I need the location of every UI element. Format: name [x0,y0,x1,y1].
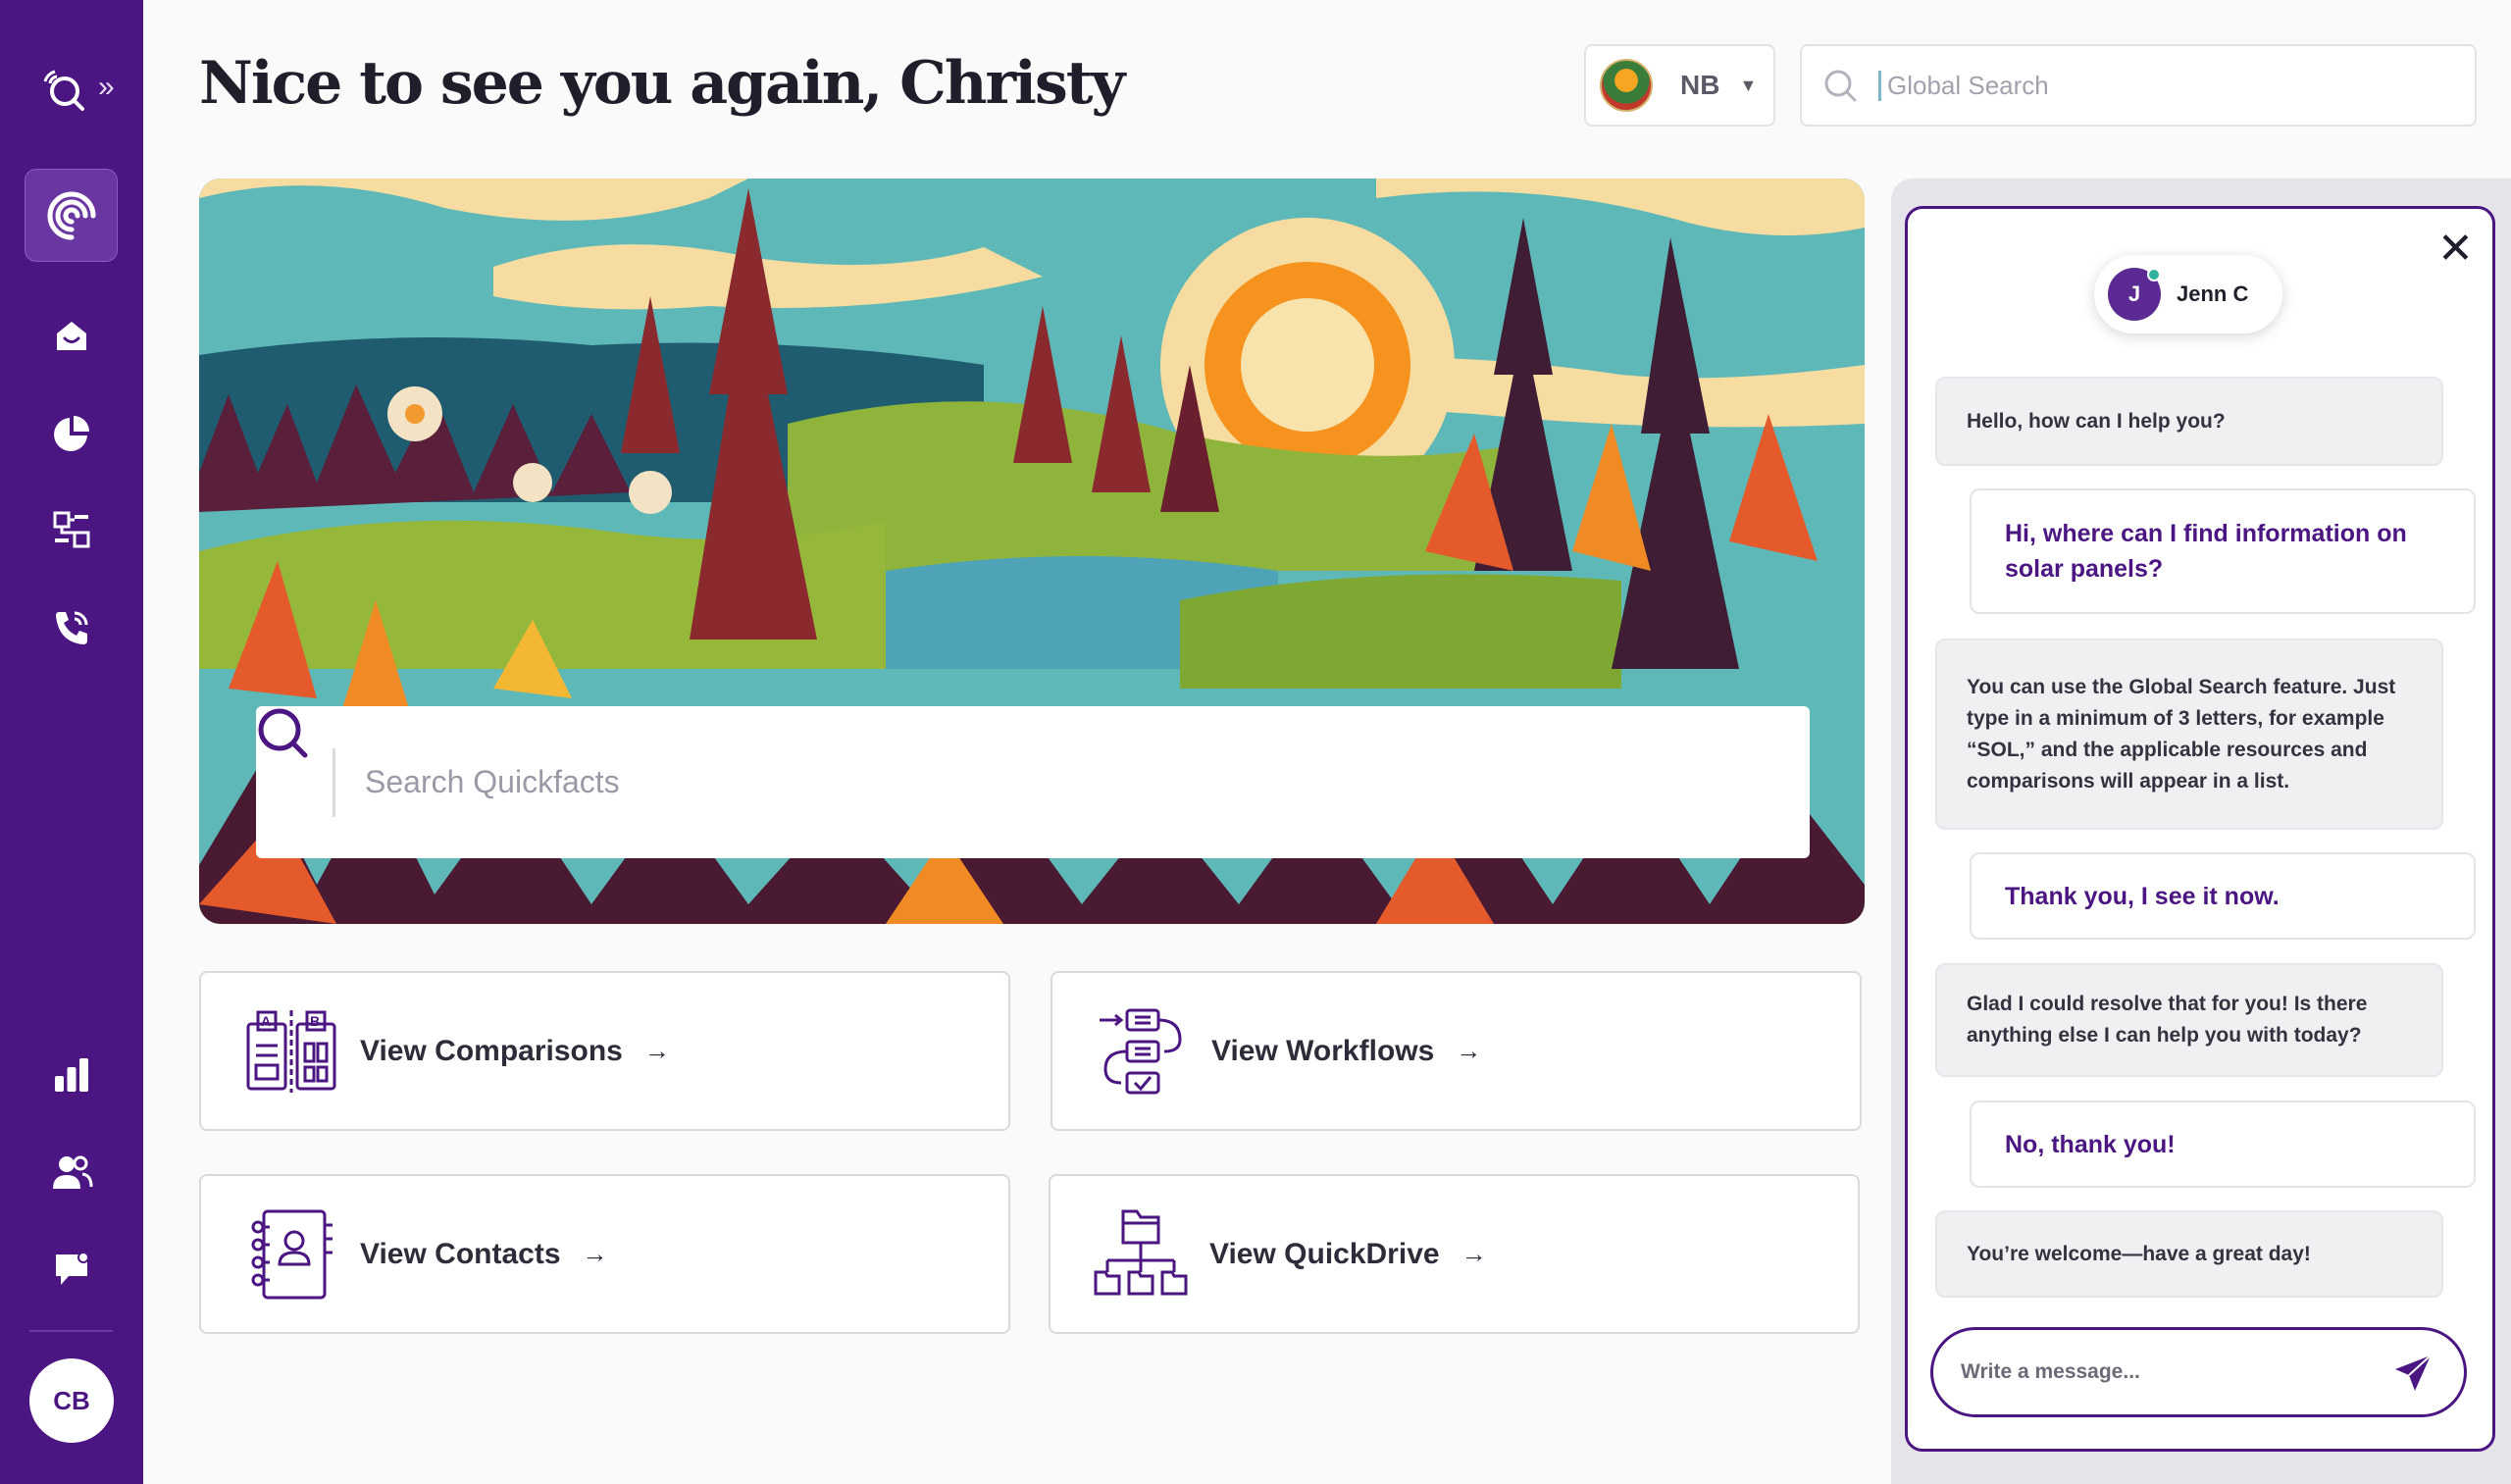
chat-message-agent: You’re welcome—have a great day! [1935,1210,2443,1298]
contacts-book-icon [242,1205,340,1304]
agent-initial: J [2127,281,2141,306]
province-flag-icon [1600,59,1653,112]
chat-input-box [1930,1327,2467,1417]
user-avatar[interactable]: CB [29,1358,114,1443]
hero-banner [199,179,1865,924]
arrow-right-icon: → [643,1036,670,1065]
folder-tree-icon [1092,1205,1190,1304]
province-label: NB [1680,70,1720,100]
workflow-icon[interactable] [44,502,99,557]
users-icon[interactable] [44,1146,99,1201]
online-status-icon [2147,268,2161,281]
agent-badge: J Jenn C [2094,255,2282,333]
swirl-logo-icon[interactable] [25,169,118,262]
province-select[interactable]: NB ▼ [1584,44,1775,127]
global-search-input[interactable] [1878,70,2467,101]
close-icon[interactable]: ✕ [2437,228,2474,271]
send-icon[interactable] [2393,1354,2433,1393]
workflow-steps-icon [1094,1002,1192,1100]
view-contacts-card[interactable]: View Contacts → [199,1174,1010,1334]
message-input[interactable] [1961,1360,2373,1384]
chat-message-user: Thank you, I see it now. [1970,852,2476,940]
svg-text:A: A [261,1013,271,1029]
chat-message-user: Hi, where can I find information on sola… [1970,488,2476,614]
agent-avatar: J [2108,268,2161,321]
arrow-right-icon: → [582,1239,608,1268]
comparison-icon: A B [242,1002,340,1100]
quickfacts-search [256,706,1810,858]
caret-down-icon: ▼ [1739,75,1758,95]
card-label: View QuickDrive [1209,1237,1440,1270]
chat-message-agent: Glad I could resolve that for you! Is th… [1935,963,2443,1077]
search-icon [1824,70,1857,102]
phone-icon[interactable] [44,600,99,655]
chat-bubble-icon[interactable] [44,1242,99,1297]
view-comparisons-card[interactable]: A B View Comparisons → [199,971,1010,1131]
search-icon [258,708,308,758]
svg-text:B: B [310,1013,320,1029]
search-divider [333,747,335,817]
pie-chart-icon[interactable] [44,406,99,461]
card-label: View Contacts [360,1237,561,1270]
quickfacts-search-input[interactable] [365,764,1640,800]
card-label: View Comparisons [360,1034,623,1067]
expand-sidebar-icon[interactable]: » [98,73,115,102]
view-workflows-card[interactable]: View Workflows → [1051,971,1862,1131]
sidebar-divider [29,1330,113,1332]
arrow-right-icon: → [1456,1036,1482,1065]
global-search [1800,44,2477,127]
chat-message-user: No, thank you! [1970,1100,2476,1188]
arrow-right-icon: → [1460,1239,1487,1268]
bar-chart-icon[interactable] [44,1048,99,1102]
chat-message-agent: Hello, how can I help you? [1935,377,2443,466]
sidebar: » CB [0,0,143,1484]
home-icon[interactable] [44,308,99,363]
chat-message-agent: You can use the Global Search feature. J… [1935,639,2443,830]
card-label: View Workflows [1211,1034,1435,1067]
agent-name: Jenn C [2177,281,2249,306]
page-title: Nice to see you again, Christy [199,49,1125,118]
view-quickdrive-card[interactable]: View QuickDrive → [1049,1174,1860,1334]
